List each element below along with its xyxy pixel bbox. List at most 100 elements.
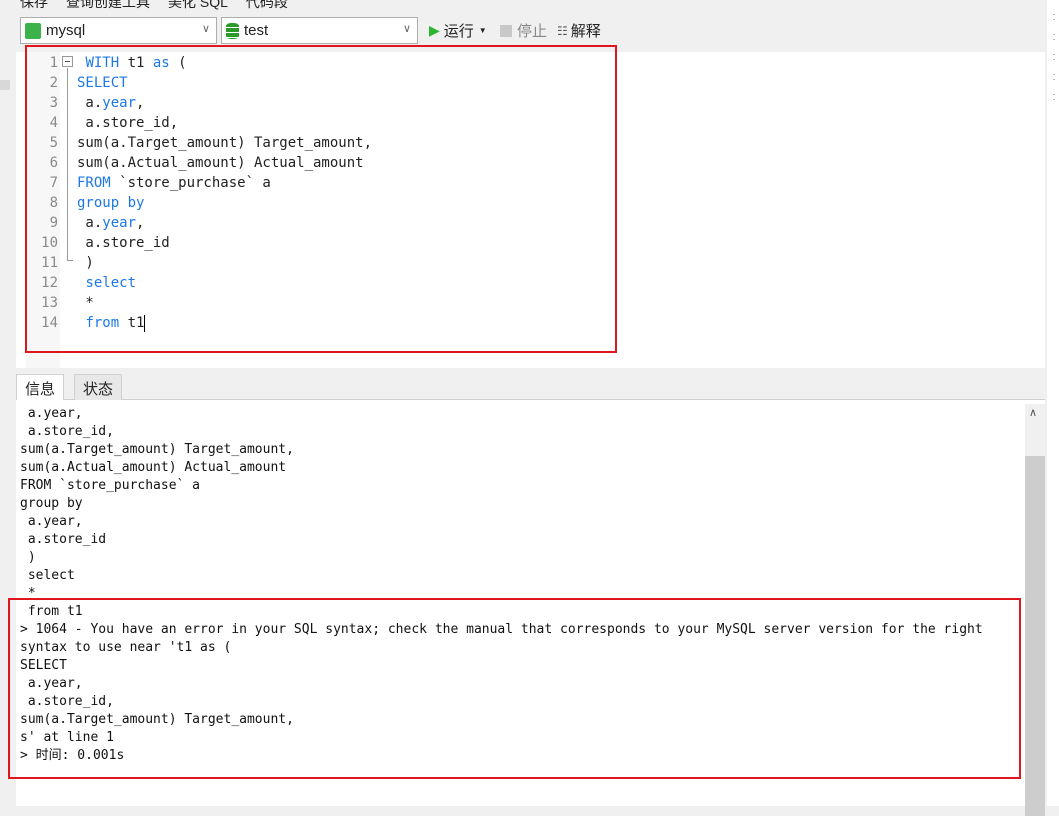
connection-value: mysql: [46, 22, 86, 39]
stop-button[interactable]: 停止: [500, 20, 547, 41]
sql-keyword: from: [85, 315, 120, 331]
dropdown-arrow-icon[interactable]: ▼: [479, 26, 487, 35]
output-line: s' at line 1: [20, 730, 114, 745]
play-icon: ▶: [429, 22, 440, 38]
code-snippet-button[interactable]: 代码段: [246, 0, 288, 10]
code-text: t1: [119, 315, 145, 331]
line-number: 7: [49, 175, 58, 191]
code-line: *: [77, 293, 94, 313]
code-line: sum(a.Target_amount) Target_amount,: [77, 133, 372, 153]
run-button[interactable]: ▶ 运行 ▼: [429, 20, 487, 41]
stop-icon: [500, 24, 512, 37]
code-text: a.: [77, 95, 103, 111]
code-text: t1: [119, 55, 153, 71]
code-text: a.store_id: [77, 235, 170, 251]
line-number: 10: [41, 235, 58, 251]
scroll-up-icon[interactable]: ∧: [1029, 406, 1037, 419]
code-text: sum(a.Actual_amount) Actual_amount: [77, 155, 364, 171]
left-panel-edge: [0, 0, 12, 806]
code-text: (: [169, 55, 187, 71]
chevron-down-icon: ∨: [201, 23, 210, 35]
chevron-down-icon: ∨: [402, 23, 411, 35]
sql-editor[interactable]: 1 WITH t1 as (2 SELECT 3 a.year, 4 a.store_…: [16, 52, 1045, 368]
line-number: 8: [49, 195, 58, 211]
tab-info[interactable]: 信息: [16, 374, 65, 401]
line-number: 12: [41, 275, 58, 291]
code-line: select: [77, 273, 136, 293]
code-line: sum(a.Actual_amount) Actual_amount: [77, 153, 364, 173]
code-line: a.store_id: [77, 233, 170, 253]
explain-button[interactable]: ☷ 解释: [557, 20, 601, 41]
code-text: `store_purchase` a: [110, 175, 271, 191]
result-tabs: 信息 状态: [16, 372, 1045, 401]
line-number: 1: [49, 55, 58, 71]
message-output: a.year, a.store_id, sum(a.Target_amount) …: [16, 400, 1045, 816]
line-number: 6: [49, 155, 58, 171]
top-toolbar: 保存 查询创建工具 美化 SQL 代码段: [20, 0, 288, 10]
output-line: from t1: [20, 604, 83, 619]
line-number: 4: [49, 115, 58, 131]
output-line: a.store_id: [20, 532, 107, 547]
sql-keyword: year: [102, 215, 137, 231]
code-text: sum(a.Target_amount) Target_amount,: [77, 135, 373, 151]
output-line: > 时间: 0.001s: [20, 748, 125, 763]
line-number: 11: [41, 255, 58, 271]
code-line: group by: [77, 193, 144, 213]
sql-keyword: as: [152, 55, 170, 71]
sql-keyword: SELECT: [77, 75, 128, 91]
code-line: a.year,: [77, 213, 144, 233]
tab-status[interactable]: 状态: [74, 374, 123, 400]
mysql-icon: [25, 22, 41, 39]
code-text: ,: [136, 215, 145, 231]
database-value: test: [244, 22, 269, 39]
output-line: syntax to use near 't1 as (: [20, 640, 232, 655]
database-select[interactable]: test ∨: [221, 17, 418, 44]
code-line: ): [77, 253, 94, 273]
beautify-sql-button[interactable]: 美化 SQL: [168, 0, 228, 10]
output-line: sum(a.Actual_amount) Actual_amount: [20, 460, 287, 475]
sql-keyword: FROM: [77, 175, 111, 191]
scrollbar-thumb[interactable]: [1025, 456, 1045, 816]
output-line: select: [20, 568, 75, 583]
code-line: a.year,: [77, 93, 144, 113]
line-number: 9: [49, 215, 58, 231]
line-number: 3: [49, 95, 58, 111]
output-line: SELECT: [20, 658, 67, 673]
save-button[interactable]: 保存: [20, 0, 48, 10]
run-label: 运行: [443, 23, 474, 40]
code-line: FROM `store_purchase` a: [77, 173, 271, 193]
explain-label: 解释: [570, 23, 601, 40]
line-number: 2: [49, 75, 58, 91]
line-number: 14: [41, 315, 58, 331]
stop-label: 停止: [517, 23, 548, 40]
code-text: ): [77, 255, 94, 271]
output-line: > 1064 - You have an error in your SQL s…: [20, 622, 983, 637]
output-line: a.store_id,: [20, 694, 114, 709]
query-builder-button[interactable]: 查询创建工具: [66, 0, 150, 10]
database-icon: [226, 22, 239, 39]
code-line: a.store_id,: [77, 113, 178, 133]
output-line: a.year,: [20, 676, 83, 691]
text-cursor: [144, 314, 146, 332]
sql-keyword: group by: [77, 195, 145, 211]
output-line: sum(a.Target_amount) Target_amount,: [20, 442, 294, 457]
sql-keyword: select: [85, 275, 137, 291]
output-line: a.year,: [20, 514, 83, 529]
line-number: 13: [41, 295, 58, 311]
explain-icon: ☷: [557, 23, 568, 38]
output-line: a.year,: [20, 406, 83, 421]
sql-keyword: WITH: [85, 55, 120, 71]
code-text: a.: [77, 215, 103, 231]
output-line: group by: [20, 496, 83, 511]
output-line: sum(a.Target_amount) Target_amount,: [20, 712, 294, 727]
code-text: *: [77, 295, 94, 311]
fold-toggle-icon[interactable]: [62, 56, 73, 67]
vertical-scrollbar[interactable]: ∧: [1025, 404, 1045, 816]
output-line: FROM `store_purchase` a: [20, 478, 201, 493]
code-line: WITH t1 as (: [77, 53, 187, 73]
connection-select[interactable]: mysql ∨: [20, 17, 217, 44]
right-panel-edge: [1047, 0, 1059, 806]
output-line: ): [20, 550, 36, 565]
output-line: a.store_id,: [20, 424, 114, 439]
output-line: *: [20, 586, 36, 601]
